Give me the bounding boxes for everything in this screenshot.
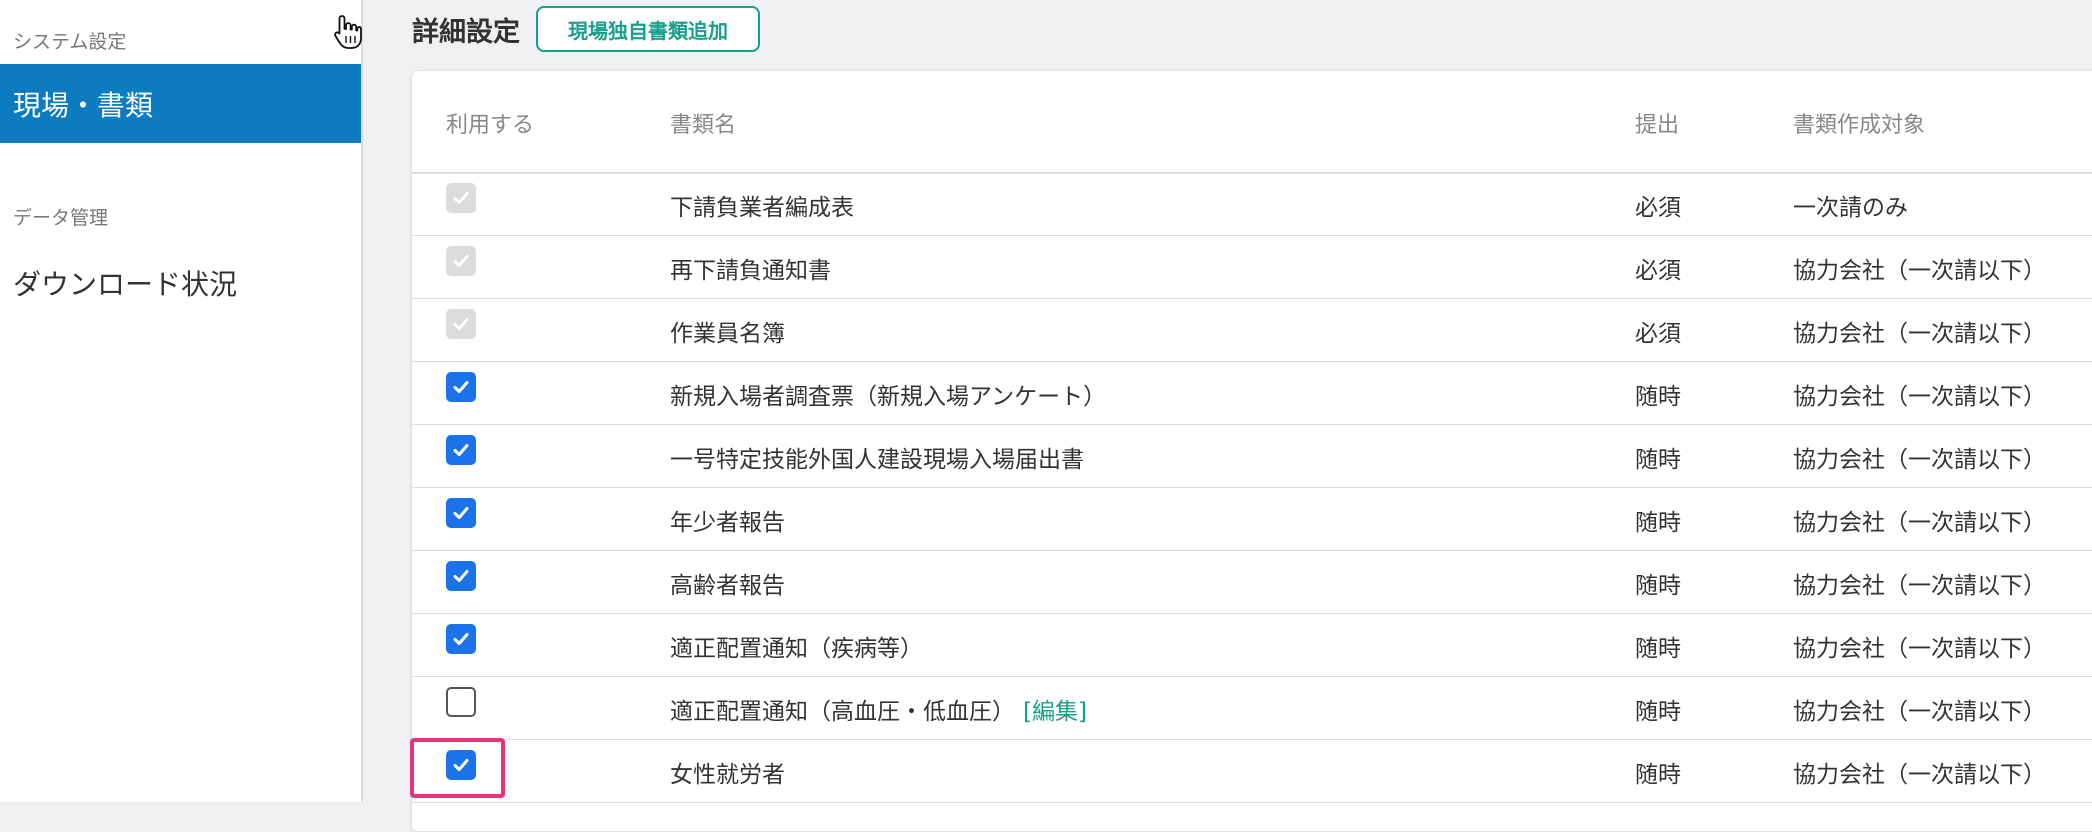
submission-cell: 随時 [1635,447,1681,473]
sidebar-heading-data-management: データ管理 [13,207,109,229]
target-cell: 協力会社（一次請以下） [1793,447,2046,473]
use-checkbox[interactable] [446,561,476,591]
use-cell [446,561,476,591]
column-header-use: 利用する [446,113,535,138]
checkmark-icon [451,440,471,460]
use-cell [446,309,476,339]
document-name-cell: 女性就労者 [670,755,785,789]
sidebar-item-site-documents[interactable]: 現場・書類 [0,64,361,143]
column-header-target: 書類作成対象 [1793,113,1926,138]
table-row: 高齢者報告 随時 協力会社（一次請以下） [412,550,2092,614]
use-checkbox [446,246,476,276]
document-name: 適正配置通知（疾病等） [670,636,923,662]
table-row: 下請負業者編成表 必須 一次請のみ [412,172,2092,236]
sidebar: システム設定 現場・書類 データ管理 ダウンロード状況 [0,0,363,802]
checkmark-icon [451,314,471,334]
submission-cell: 随時 [1635,636,1681,662]
submission-cell: 必須 [1635,195,1681,221]
target-cell: 協力会社（一次請以下） [1793,321,2046,347]
use-checkbox [446,309,476,339]
document-name: 下請負業者編成表 [670,195,854,221]
document-name-cell: 下請負業者編成表 [670,188,854,222]
edit-link[interactable]: [編集] [1023,699,1087,725]
target-cell: 協力会社（一次請以下） [1793,258,2046,284]
column-header-submission: 提出 [1635,113,1680,138]
submission-cell: 随時 [1635,573,1681,599]
document-name: 女性就労者 [670,762,785,788]
submission-cell: 随時 [1635,384,1681,410]
sidebar-item-download-status[interactable]: ダウンロード状況 [13,263,237,303]
checkmark-icon [451,566,471,586]
table-row: 一号特定技能外国人建設現場入場届出書 随時 協力会社（一次請以下） [412,424,2092,488]
document-name: 年少者報告 [670,510,785,536]
sidebar-heading-system-settings: システム設定 [13,31,127,53]
target-cell: 一次請のみ [1793,195,1908,221]
target-cell: 協力会社（一次請以下） [1793,510,2046,536]
hand-pointer-icon [334,15,362,49]
table-row: 新規入場者調査票（新規入場アンケート） 随時 協力会社（一次請以下） [412,361,2092,425]
submission-cell: 随時 [1635,699,1681,725]
target-cell: 協力会社（一次請以下） [1793,762,2046,788]
use-cell [446,183,476,213]
checkmark-icon [451,377,471,397]
column-header-document-name: 書類名 [670,113,737,138]
use-cell [446,624,476,654]
document-name-cell: 高齢者報告 [670,566,785,600]
highlight-box [410,738,505,798]
table-header: 利用する 書類名 提出 書類作成対象 [412,71,2092,174]
page-title: 詳細設定 [412,17,520,48]
document-name: 再下請負通知書 [670,258,831,284]
use-cell [446,687,476,717]
table-row: 年少者報告 随時 協力会社（一次請以下） [412,487,2092,551]
checkmark-icon [451,251,471,271]
use-cell [446,498,476,528]
target-cell: 協力会社（一次請以下） [1793,384,2046,410]
document-name: 新規入場者調査票（新規入場アンケート） [670,384,1107,410]
checkmark-icon [451,188,471,208]
use-cell [446,372,476,402]
document-name-cell: 適正配置通知（疾病等） [670,629,923,663]
document-name-cell: 一号特定技能外国人建設現場入場届出書 [670,440,1084,474]
table-row: 再下請負通知書 必須 協力会社（一次請以下） [412,235,2092,299]
document-settings-table: 利用する 書類名 提出 書類作成対象 下請負業者編成表 必須 一次請のみ 再下請負通知… [411,70,2092,832]
use-checkbox [446,183,476,213]
submission-cell: 随時 [1635,762,1681,788]
add-site-document-button[interactable]: 現場独自書類追加 [536,6,760,52]
document-name: 適正配置通知（高血圧・低血圧） [670,699,1015,725]
checkmark-icon [451,629,471,649]
document-name: 高齢者報告 [670,573,785,599]
document-name-cell: 適正配置通知（高血圧・低血圧） [編集] [670,692,1087,726]
document-name: 作業員名簿 [670,321,785,347]
target-cell: 協力会社（一次請以下） [1793,699,2046,725]
use-checkbox[interactable] [446,498,476,528]
submission-cell: 必須 [1635,321,1681,347]
table-row: 適正配置通知（疾病等） 随時 協力会社（一次請以下） [412,613,2092,677]
document-name-cell: 再下請負通知書 [670,251,831,285]
use-checkbox[interactable] [446,687,476,717]
use-cell [446,435,476,465]
sidebar-item-label: 現場・書類 [13,88,154,122]
target-cell: 協力会社（一次請以下） [1793,636,2046,662]
use-cell [446,246,476,276]
document-name-cell: 年少者報告 [670,503,785,537]
use-checkbox[interactable] [446,435,476,465]
submission-cell: 必須 [1635,258,1681,284]
table-row: 作業員名簿 必須 協力会社（一次請以下） [412,298,2092,362]
table-row: 適正配置通知（高血圧・低血圧） [編集] 随時 協力会社（一次請以下） [412,676,2092,740]
document-name-cell: 作業員名簿 [670,314,785,348]
submission-cell: 随時 [1635,510,1681,536]
table-row: 女性就労者 随時 協力会社（一次請以下） [412,739,2092,803]
document-name: 一号特定技能外国人建設現場入場届出書 [670,447,1084,473]
target-cell: 協力会社（一次請以下） [1793,573,2046,599]
use-checkbox[interactable] [446,624,476,654]
use-checkbox[interactable] [446,372,476,402]
checkmark-icon [451,503,471,523]
document-name-cell: 新規入場者調査票（新規入場アンケート） [670,377,1106,411]
